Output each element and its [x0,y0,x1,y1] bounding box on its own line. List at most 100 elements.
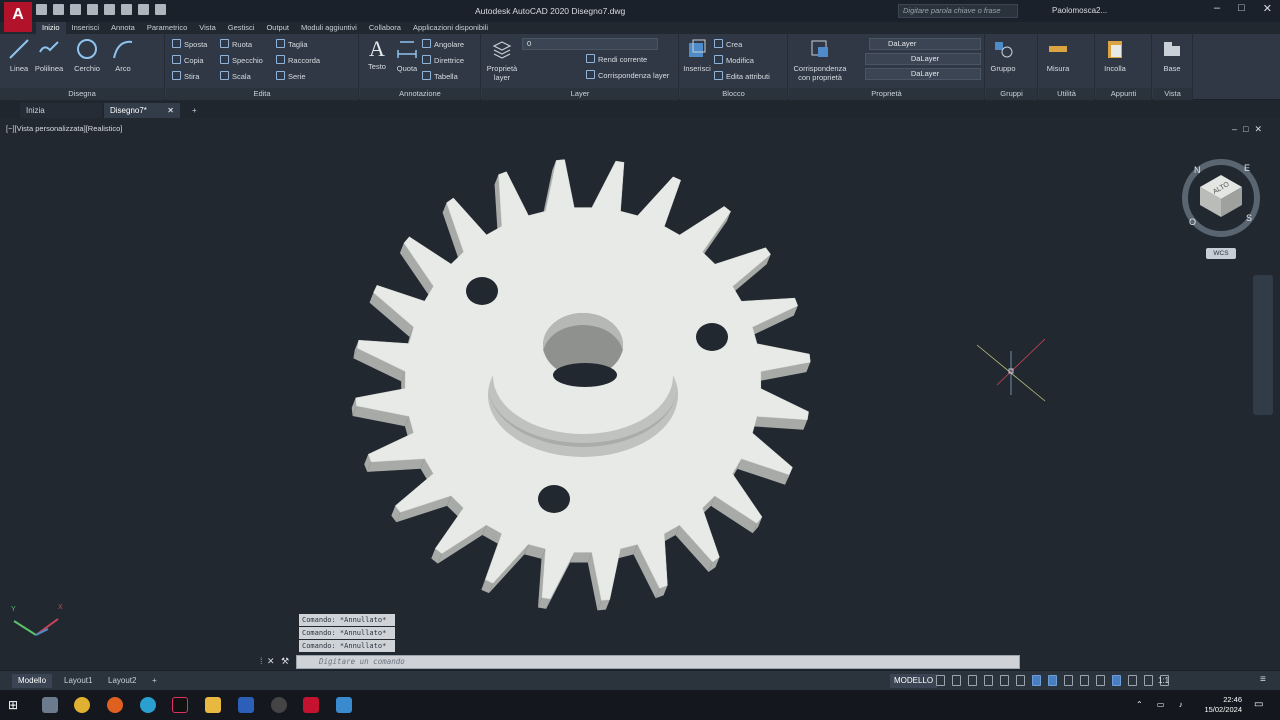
snap-icon[interactable] [952,675,961,686]
layer-dropdown[interactable]: 0 [522,38,658,50]
stretch-button[interactable]: Stira [172,70,199,84]
viewport-controls-label[interactable]: [−][Vista personalizzata][Realistico] [6,124,122,133]
new-file-icon[interactable] [36,4,47,15]
tab-output[interactable]: Output [260,22,295,34]
viewport-close-icon[interactable]: ✕ [1254,124,1268,134]
app-blue-icon[interactable] [336,697,352,713]
lineweight-icon[interactable] [1064,675,1073,686]
panel-annotation-title[interactable]: Annotazione [360,88,480,100]
navigation-bar[interactable] [1253,275,1273,415]
command-input[interactable]: Digitare un comando [296,655,1020,669]
panel-draw-title[interactable]: Disegna [0,88,164,100]
group-button[interactable]: Gruppo [986,38,1020,73]
tiktok-icon[interactable] [172,697,188,713]
undo-icon[interactable] [138,4,149,15]
publish-icon[interactable] [104,4,115,15]
tab-apps[interactable]: Applicazioni disponibili [407,22,494,34]
object-snap-tracking-icon[interactable] [1032,675,1041,686]
open-file-icon[interactable] [53,4,64,15]
windows-start-icon[interactable]: ⊞ [8,697,24,713]
model-space-toggle[interactable]: MODELLO [890,674,938,688]
new-tab-button[interactable]: + [186,103,197,118]
command-customize-icon[interactable]: ⚒ [281,656,289,667]
layout-tab-model[interactable]: Modello [12,674,53,688]
annotation-visibility-icon[interactable] [1144,675,1153,686]
viewcube[interactable]: ALTO N E S O [1180,157,1262,239]
object-snap-icon[interactable] [1048,675,1057,686]
trim-button[interactable]: Taglia [276,38,308,52]
tab-manage[interactable]: Gestisci [222,22,261,34]
tab-addins[interactable]: Moduli aggiuntivi [295,22,363,34]
tab-view[interactable]: Vista [193,22,222,34]
viewport-minimize-icon[interactable]: – [1232,124,1243,134]
viewport-restore-icon[interactable]: □ [1243,124,1254,134]
fillet-button[interactable]: Raccorda [276,54,320,68]
calculator-icon[interactable] [42,697,58,713]
command-line-grip-icon[interactable]: ⁞ [260,656,263,666]
wcs-menu[interactable]: WCS [1206,248,1236,259]
paste-button[interactable]: Incolla [1098,38,1132,73]
lineweight-dropdown[interactable]: DaLayer [865,68,981,80]
angular-dimension-button[interactable]: Angolare [422,38,464,52]
annotation-scale[interactable]: 1:1 [1158,676,1169,685]
arc-button[interactable]: Arco [106,38,140,73]
application-menu-button[interactable]: A [4,2,32,32]
redo-icon[interactable] [155,4,166,15]
file-tab-drawing[interactable]: Disegno7* ✕ [104,103,180,118]
user-account-menu[interactable]: Paolomosca2... [1052,6,1107,15]
tab-insert[interactable]: Inserisci [66,22,106,34]
tab-home[interactable]: Inizio [36,22,66,34]
panel-groups-title[interactable]: Gruppi [986,88,1037,100]
linetype-dropdown[interactable]: DaLayer [865,53,981,65]
transparency-icon[interactable] [1080,675,1089,686]
panel-view-title[interactable]: Vista [1153,88,1192,100]
panel-modify-title[interactable]: Edita [166,88,358,100]
panel-clipboard-title[interactable]: Appunti [1096,88,1151,100]
print-icon[interactable] [121,4,132,15]
file-explorer-icon[interactable] [205,697,221,713]
measure-button[interactable]: Misura [1041,38,1075,73]
dynamic-ucs-icon[interactable] [1128,675,1137,686]
layer-properties-button[interactable]: Proprietà layer [484,38,520,82]
copy-button[interactable]: Copia [172,54,204,68]
panel-layers-title[interactable]: Layer [482,88,678,100]
mirror-button[interactable]: Specchio [220,54,263,68]
word-icon[interactable] [238,697,254,713]
file-tab-start[interactable]: Inizia [20,103,102,118]
insert-block-button[interactable]: Inserisci [680,38,714,73]
panel-properties-title[interactable]: Proprietà [789,88,984,100]
polyline-button[interactable]: Polilinea [32,38,66,73]
minimize-icon[interactable]: – [1214,2,1220,15]
polar-icon[interactable] [1000,675,1009,686]
firefox-icon[interactable] [107,697,123,713]
isodraft-icon[interactable] [1016,675,1025,686]
table-button[interactable]: Tabella [422,70,458,84]
tab-parametric[interactable]: Parametrico [141,22,193,34]
circle-button[interactable]: Cerchio [70,38,104,73]
rotate-button[interactable]: Ruota [220,38,252,52]
dimension-button[interactable]: Quota [390,38,424,73]
move-button[interactable]: Sposta [172,38,207,52]
save-as-icon[interactable] [87,4,98,15]
ortho-icon[interactable] [984,675,993,686]
array-button[interactable]: Serie [276,70,306,84]
selection-cycling-icon[interactable] [1096,675,1105,686]
layout-tab-layout2[interactable]: Layout2 [102,674,142,688]
edit-block-button[interactable]: Modifica [714,54,754,68]
notifications-icon[interactable]: ▭ [1254,699,1263,710]
chrome-icon[interactable] [74,697,90,713]
command-close-icon[interactable]: ✕ [267,656,275,667]
autocad-taskbar-icon[interactable] [303,697,319,713]
layout-tab-layout1[interactable]: Layout1 [58,674,98,688]
line-button[interactable]: Linea [2,38,36,73]
text-button[interactable]: A Testo [360,38,394,72]
3d-osnap-icon[interactable] [1112,675,1121,686]
make-current-button[interactable]: Rendi corrente [586,53,647,67]
save-icon[interactable] [70,4,81,15]
add-layout-button[interactable]: + [146,674,163,688]
customization-menu-icon[interactable]: ≡ [1260,674,1266,685]
search-input[interactable]: Digitare parola chiave o frase [898,4,1018,18]
scale-button[interactable]: Scala [220,70,251,84]
close-tab-icon[interactable]: ✕ [167,103,174,118]
edit-attributes-button[interactable]: Edita attributi [714,70,770,84]
